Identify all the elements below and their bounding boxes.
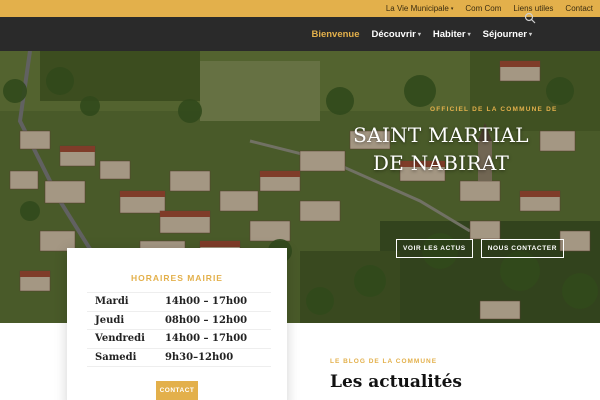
hero-subtitle: OFFICIEL DE LA COMMUNE DE: [430, 106, 558, 113]
main-nav: Bienvenue Découvrir ▾ Habiter ▾ Séjourner ▾: [0, 17, 600, 51]
nav-item-habiter[interactable]: Habiter ▾: [433, 29, 471, 40]
search-icon[interactable]: [524, 11, 536, 24]
blog-subtitle: LE BLOG DE LA COMMUNE: [330, 358, 438, 365]
hours-card: HORAIRES MAIRIE Mardi 14h00 – 17h00 Jeudi…: [67, 248, 287, 400]
nous-contacter-button[interactable]: NOUS CONTACTER: [480, 239, 565, 258]
hours-cell: 14h00 – 17h00: [160, 329, 271, 349]
hours-cell: 9h30–12h00: [160, 347, 271, 367]
topbar-link-com-com[interactable]: Com Com: [465, 4, 501, 13]
nav-item-bienvenue[interactable]: Bienvenue: [311, 29, 359, 40]
nav-item-decouvrir[interactable]: Découvrir ▾: [372, 29, 421, 40]
table-row: Samedi 9h30–12h00: [87, 347, 271, 367]
table-row: Jeudi 08h00 – 12h00: [87, 310, 271, 330]
hero-title: SAINT MARTIAL DE NABIRAT: [353, 123, 529, 175]
hours-title: HORAIRES MAIRIE: [131, 273, 223, 283]
chevron-down-icon: ▾: [528, 31, 532, 38]
nav-item-label: Découvrir: [371, 28, 416, 40]
topbar-link-vie-municipale[interactable]: La Vie Municipale: [386, 4, 449, 13]
voir-les-actus-button[interactable]: VOIR LES ACTUS: [396, 239, 473, 258]
table-row: Vendredi 14h00 – 17h00: [87, 329, 271, 349]
chevron-down-icon: ▾: [450, 5, 454, 12]
hours-cell: 08h00 – 12h00: [160, 310, 271, 330]
chevron-down-icon: ▾: [467, 31, 471, 38]
day-cell: Jeudi: [87, 310, 161, 330]
nav-item-label: Habiter: [432, 28, 466, 40]
table-row: Mardi 14h00 – 17h00: [87, 292, 271, 312]
nav-item-sejourner[interactable]: Séjourner ▾: [483, 29, 532, 40]
nav-item-label: Séjourner: [482, 28, 527, 40]
chevron-down-icon: ▾: [417, 31, 421, 38]
topbar-link-contact[interactable]: Contact: [565, 4, 593, 13]
blog-title: Les actualités: [330, 372, 463, 392]
hero-buttons: VOIR LES ACTUS NOUS CONTACTER: [396, 239, 565, 258]
day-cell: Mardi: [87, 292, 161, 312]
top-bar: La Vie Municipale ▾ Com Com Liens utiles …: [0, 0, 600, 17]
contact-button[interactable]: CONTACT: [156, 381, 198, 400]
nav-item-label: Bienvenue: [311, 28, 360, 40]
day-cell: Vendredi: [87, 329, 161, 349]
day-cell: Samedi: [87, 347, 161, 367]
hours-cell: 14h00 – 17h00: [160, 292, 271, 312]
hours-table: Mardi 14h00 – 17h00 Jeudi 08h00 – 12h00 Ve…: [87, 292, 271, 367]
